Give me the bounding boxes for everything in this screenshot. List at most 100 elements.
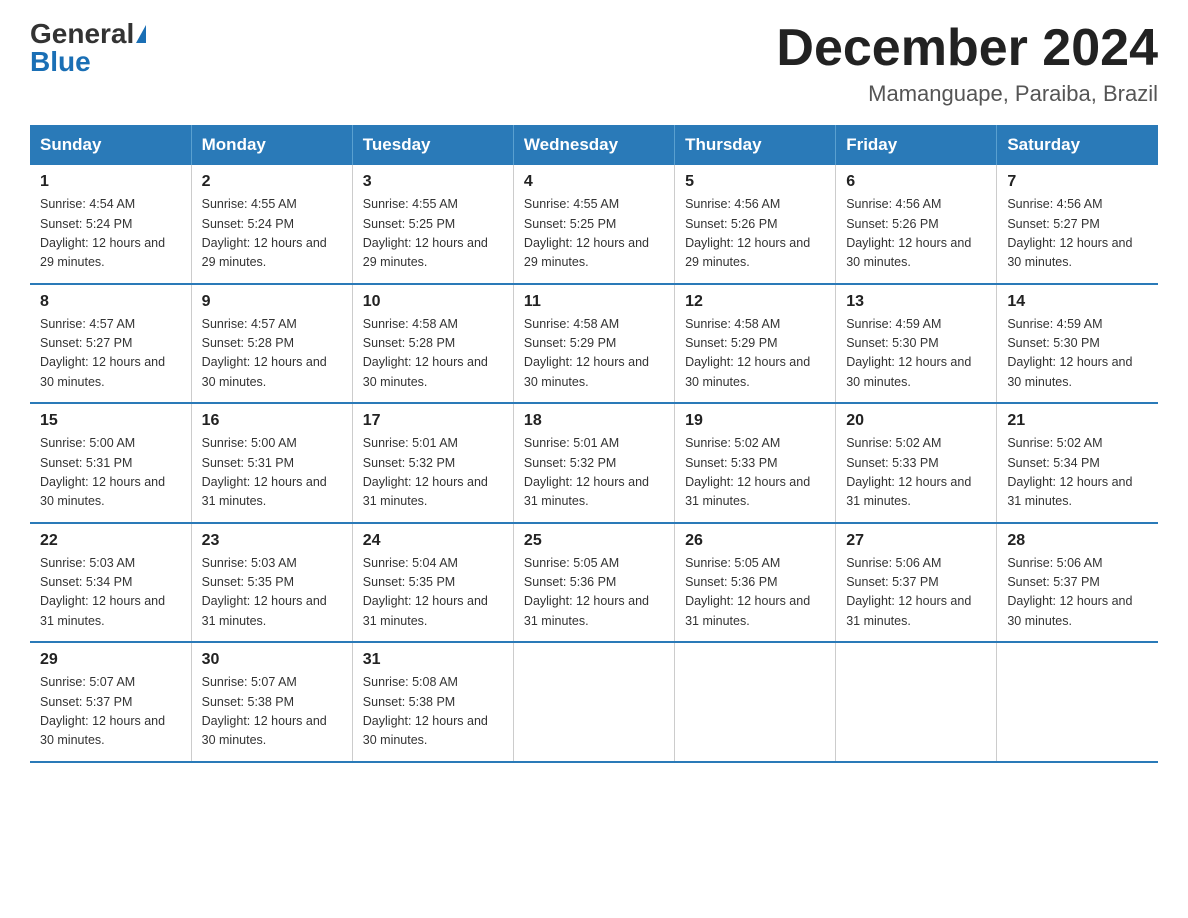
day-info: Sunrise: 5:02 AMSunset: 5:34 PMDaylight:… bbox=[1007, 434, 1148, 512]
day-number: 10 bbox=[363, 293, 503, 311]
day-info: Sunrise: 5:06 AMSunset: 5:37 PMDaylight:… bbox=[846, 554, 986, 632]
day-number: 15 bbox=[40, 412, 181, 430]
day-info: Sunrise: 5:03 AMSunset: 5:34 PMDaylight:… bbox=[40, 554, 181, 632]
day-cell: 5 Sunrise: 4:56 AMSunset: 5:26 PMDaylight… bbox=[675, 165, 836, 284]
day-number: 24 bbox=[363, 532, 503, 550]
day-number: 31 bbox=[363, 651, 503, 669]
day-info: Sunrise: 4:58 AMSunset: 5:29 PMDaylight:… bbox=[524, 315, 664, 393]
day-cell: 16Sunrise: 5:00 AMSunset: 5:31 PMDayligh… bbox=[191, 403, 352, 523]
day-info: Sunrise: 4:57 AMSunset: 5:28 PMDaylight:… bbox=[202, 315, 342, 393]
day-number: 21 bbox=[1007, 412, 1148, 430]
day-cell: 24 Sunrise: 5:04 AMSunset: 5:35 PMDayligh… bbox=[352, 523, 513, 643]
column-header-thursday: Thursday bbox=[675, 125, 836, 165]
day-cell: 3Sunrise: 4:55 AMSunset: 5:25 PMDaylight… bbox=[352, 165, 513, 284]
day-number: 30 bbox=[202, 651, 342, 669]
day-number: 22 bbox=[40, 532, 181, 550]
day-number: 14 bbox=[1007, 293, 1148, 311]
day-info: Sunrise: 5:03 AMSunset: 5:35 PMDaylight:… bbox=[202, 554, 342, 632]
day-cell: 11 Sunrise: 4:58 AMSunset: 5:29 PMDayligh… bbox=[513, 284, 674, 404]
week-row-3: 15 Sunrise: 5:00 AMSunset: 5:31 PMDayligh… bbox=[30, 403, 1158, 523]
page-header: General Blue December 2024 Mamanguape, P… bbox=[30, 20, 1158, 107]
day-cell: 9 Sunrise: 4:57 AMSunset: 5:28 PMDaylight… bbox=[191, 284, 352, 404]
day-cell: 4Sunrise: 4:55 AMSunset: 5:25 PMDaylight… bbox=[513, 165, 674, 284]
day-number: 17 bbox=[363, 412, 503, 430]
day-info: Sunrise: 4:57 AMSunset: 5:27 PMDaylight:… bbox=[40, 315, 181, 393]
calendar-body: 1 Sunrise: 4:54 AMSunset: 5:24 PMDaylight… bbox=[30, 165, 1158, 762]
column-header-monday: Monday bbox=[191, 125, 352, 165]
day-number: 1 bbox=[40, 173, 181, 191]
day-cell: 6 Sunrise: 4:56 AMSunset: 5:26 PMDaylight… bbox=[836, 165, 997, 284]
day-cell: 26 Sunrise: 5:05 AMSunset: 5:36 PMDayligh… bbox=[675, 523, 836, 643]
day-info: Sunrise: 4:56 AMSunset: 5:26 PMDaylight:… bbox=[846, 195, 986, 273]
day-cell: 13Sunrise: 4:59 AMSunset: 5:30 PMDayligh… bbox=[836, 284, 997, 404]
day-number: 5 bbox=[685, 173, 825, 191]
day-number: 11 bbox=[524, 293, 664, 311]
day-info: Sunrise: 4:56 AMSunset: 5:27 PMDaylight:… bbox=[1007, 195, 1148, 273]
day-cell: 7 Sunrise: 4:56 AMSunset: 5:27 PMDaylight… bbox=[997, 165, 1158, 284]
day-number: 16 bbox=[202, 412, 342, 430]
day-cell bbox=[997, 642, 1158, 762]
day-cell: 12Sunrise: 4:58 AMSunset: 5:29 PMDayligh… bbox=[675, 284, 836, 404]
day-cell: 19 Sunrise: 5:02 AMSunset: 5:33 PMDayligh… bbox=[675, 403, 836, 523]
day-cell: 22 Sunrise: 5:03 AMSunset: 5:34 PMDayligh… bbox=[30, 523, 191, 643]
day-cell: 27 Sunrise: 5:06 AMSunset: 5:37 PMDayligh… bbox=[836, 523, 997, 643]
day-cell: 14Sunrise: 4:59 AMSunset: 5:30 PMDayligh… bbox=[997, 284, 1158, 404]
day-number: 3 bbox=[363, 173, 503, 191]
header-row: SundayMondayTuesdayWednesdayThursdayFrid… bbox=[30, 125, 1158, 165]
day-number: 7 bbox=[1007, 173, 1148, 191]
day-cell: 8Sunrise: 4:57 AMSunset: 5:27 PMDaylight… bbox=[30, 284, 191, 404]
day-info: Sunrise: 5:08 AMSunset: 5:38 PMDaylight:… bbox=[363, 673, 503, 751]
day-number: 27 bbox=[846, 532, 986, 550]
day-number: 18 bbox=[524, 412, 664, 430]
day-info: Sunrise: 4:58 AMSunset: 5:28 PMDaylight:… bbox=[363, 315, 503, 393]
day-number: 6 bbox=[846, 173, 986, 191]
column-header-wednesday: Wednesday bbox=[513, 125, 674, 165]
day-info: Sunrise: 4:56 AMSunset: 5:26 PMDaylight:… bbox=[685, 195, 825, 273]
calendar-table: SundayMondayTuesdayWednesdayThursdayFrid… bbox=[30, 125, 1158, 763]
day-cell: 29 Sunrise: 5:07 AMSunset: 5:37 PMDayligh… bbox=[30, 642, 191, 762]
day-info: Sunrise: 5:01 AMSunset: 5:32 PMDaylight:… bbox=[524, 434, 664, 512]
day-cell: 18 Sunrise: 5:01 AMSunset: 5:32 PMDayligh… bbox=[513, 403, 674, 523]
day-info: Sunrise: 5:05 AMSunset: 5:36 PMDaylight:… bbox=[524, 554, 664, 632]
day-number: 29 bbox=[40, 651, 181, 669]
day-cell: 2 Sunrise: 4:55 AMSunset: 5:24 PMDaylight… bbox=[191, 165, 352, 284]
day-number: 13 bbox=[846, 293, 986, 311]
column-header-saturday: Saturday bbox=[997, 125, 1158, 165]
day-info: Sunrise: 5:07 AMSunset: 5:37 PMDaylight:… bbox=[40, 673, 181, 751]
day-info: Sunrise: 5:05 AMSunset: 5:36 PMDaylight:… bbox=[685, 554, 825, 632]
day-cell: 25 Sunrise: 5:05 AMSunset: 5:36 PMDayligh… bbox=[513, 523, 674, 643]
day-info: Sunrise: 4:58 AMSunset: 5:29 PMDaylight:… bbox=[685, 315, 825, 393]
day-number: 2 bbox=[202, 173, 342, 191]
day-cell: 20Sunrise: 5:02 AMSunset: 5:33 PMDayligh… bbox=[836, 403, 997, 523]
day-number: 9 bbox=[202, 293, 342, 311]
day-info: Sunrise: 5:02 AMSunset: 5:33 PMDaylight:… bbox=[685, 434, 825, 512]
day-info: Sunrise: 5:04 AMSunset: 5:35 PMDaylight:… bbox=[363, 554, 503, 632]
day-info: Sunrise: 4:55 AMSunset: 5:24 PMDaylight:… bbox=[202, 195, 342, 273]
logo-general-text: General bbox=[30, 20, 134, 48]
day-info: Sunrise: 5:01 AMSunset: 5:32 PMDaylight:… bbox=[363, 434, 503, 512]
week-row-2: 8Sunrise: 4:57 AMSunset: 5:27 PMDaylight… bbox=[30, 284, 1158, 404]
column-header-friday: Friday bbox=[836, 125, 997, 165]
calendar-header: SundayMondayTuesdayWednesdayThursdayFrid… bbox=[30, 125, 1158, 165]
day-cell: 15 Sunrise: 5:00 AMSunset: 5:31 PMDayligh… bbox=[30, 403, 191, 523]
day-cell: 31 Sunrise: 5:08 AMSunset: 5:38 PMDayligh… bbox=[352, 642, 513, 762]
day-number: 19 bbox=[685, 412, 825, 430]
day-info: Sunrise: 4:54 AMSunset: 5:24 PMDaylight:… bbox=[40, 195, 181, 273]
week-row-4: 22 Sunrise: 5:03 AMSunset: 5:34 PMDayligh… bbox=[30, 523, 1158, 643]
week-row-5: 29 Sunrise: 5:07 AMSunset: 5:37 PMDayligh… bbox=[30, 642, 1158, 762]
day-cell: 23 Sunrise: 5:03 AMSunset: 5:35 PMDayligh… bbox=[191, 523, 352, 643]
day-info: Sunrise: 4:55 AMSunset: 5:25 PMDaylight:… bbox=[524, 195, 664, 273]
day-number: 26 bbox=[685, 532, 825, 550]
logo-blue-text: Blue bbox=[30, 48, 91, 76]
column-header-sunday: Sunday bbox=[30, 125, 191, 165]
day-cell: 21 Sunrise: 5:02 AMSunset: 5:34 PMDayligh… bbox=[997, 403, 1158, 523]
column-header-tuesday: Tuesday bbox=[352, 125, 513, 165]
day-cell: 17 Sunrise: 5:01 AMSunset: 5:32 PMDayligh… bbox=[352, 403, 513, 523]
day-number: 23 bbox=[202, 532, 342, 550]
day-number: 28 bbox=[1007, 532, 1148, 550]
day-info: Sunrise: 5:00 AMSunset: 5:31 PMDaylight:… bbox=[40, 434, 181, 512]
location-subtitle: Mamanguape, Paraiba, Brazil bbox=[776, 81, 1158, 107]
day-cell bbox=[675, 642, 836, 762]
day-number: 25 bbox=[524, 532, 664, 550]
day-info: Sunrise: 5:02 AMSunset: 5:33 PMDaylight:… bbox=[846, 434, 986, 512]
